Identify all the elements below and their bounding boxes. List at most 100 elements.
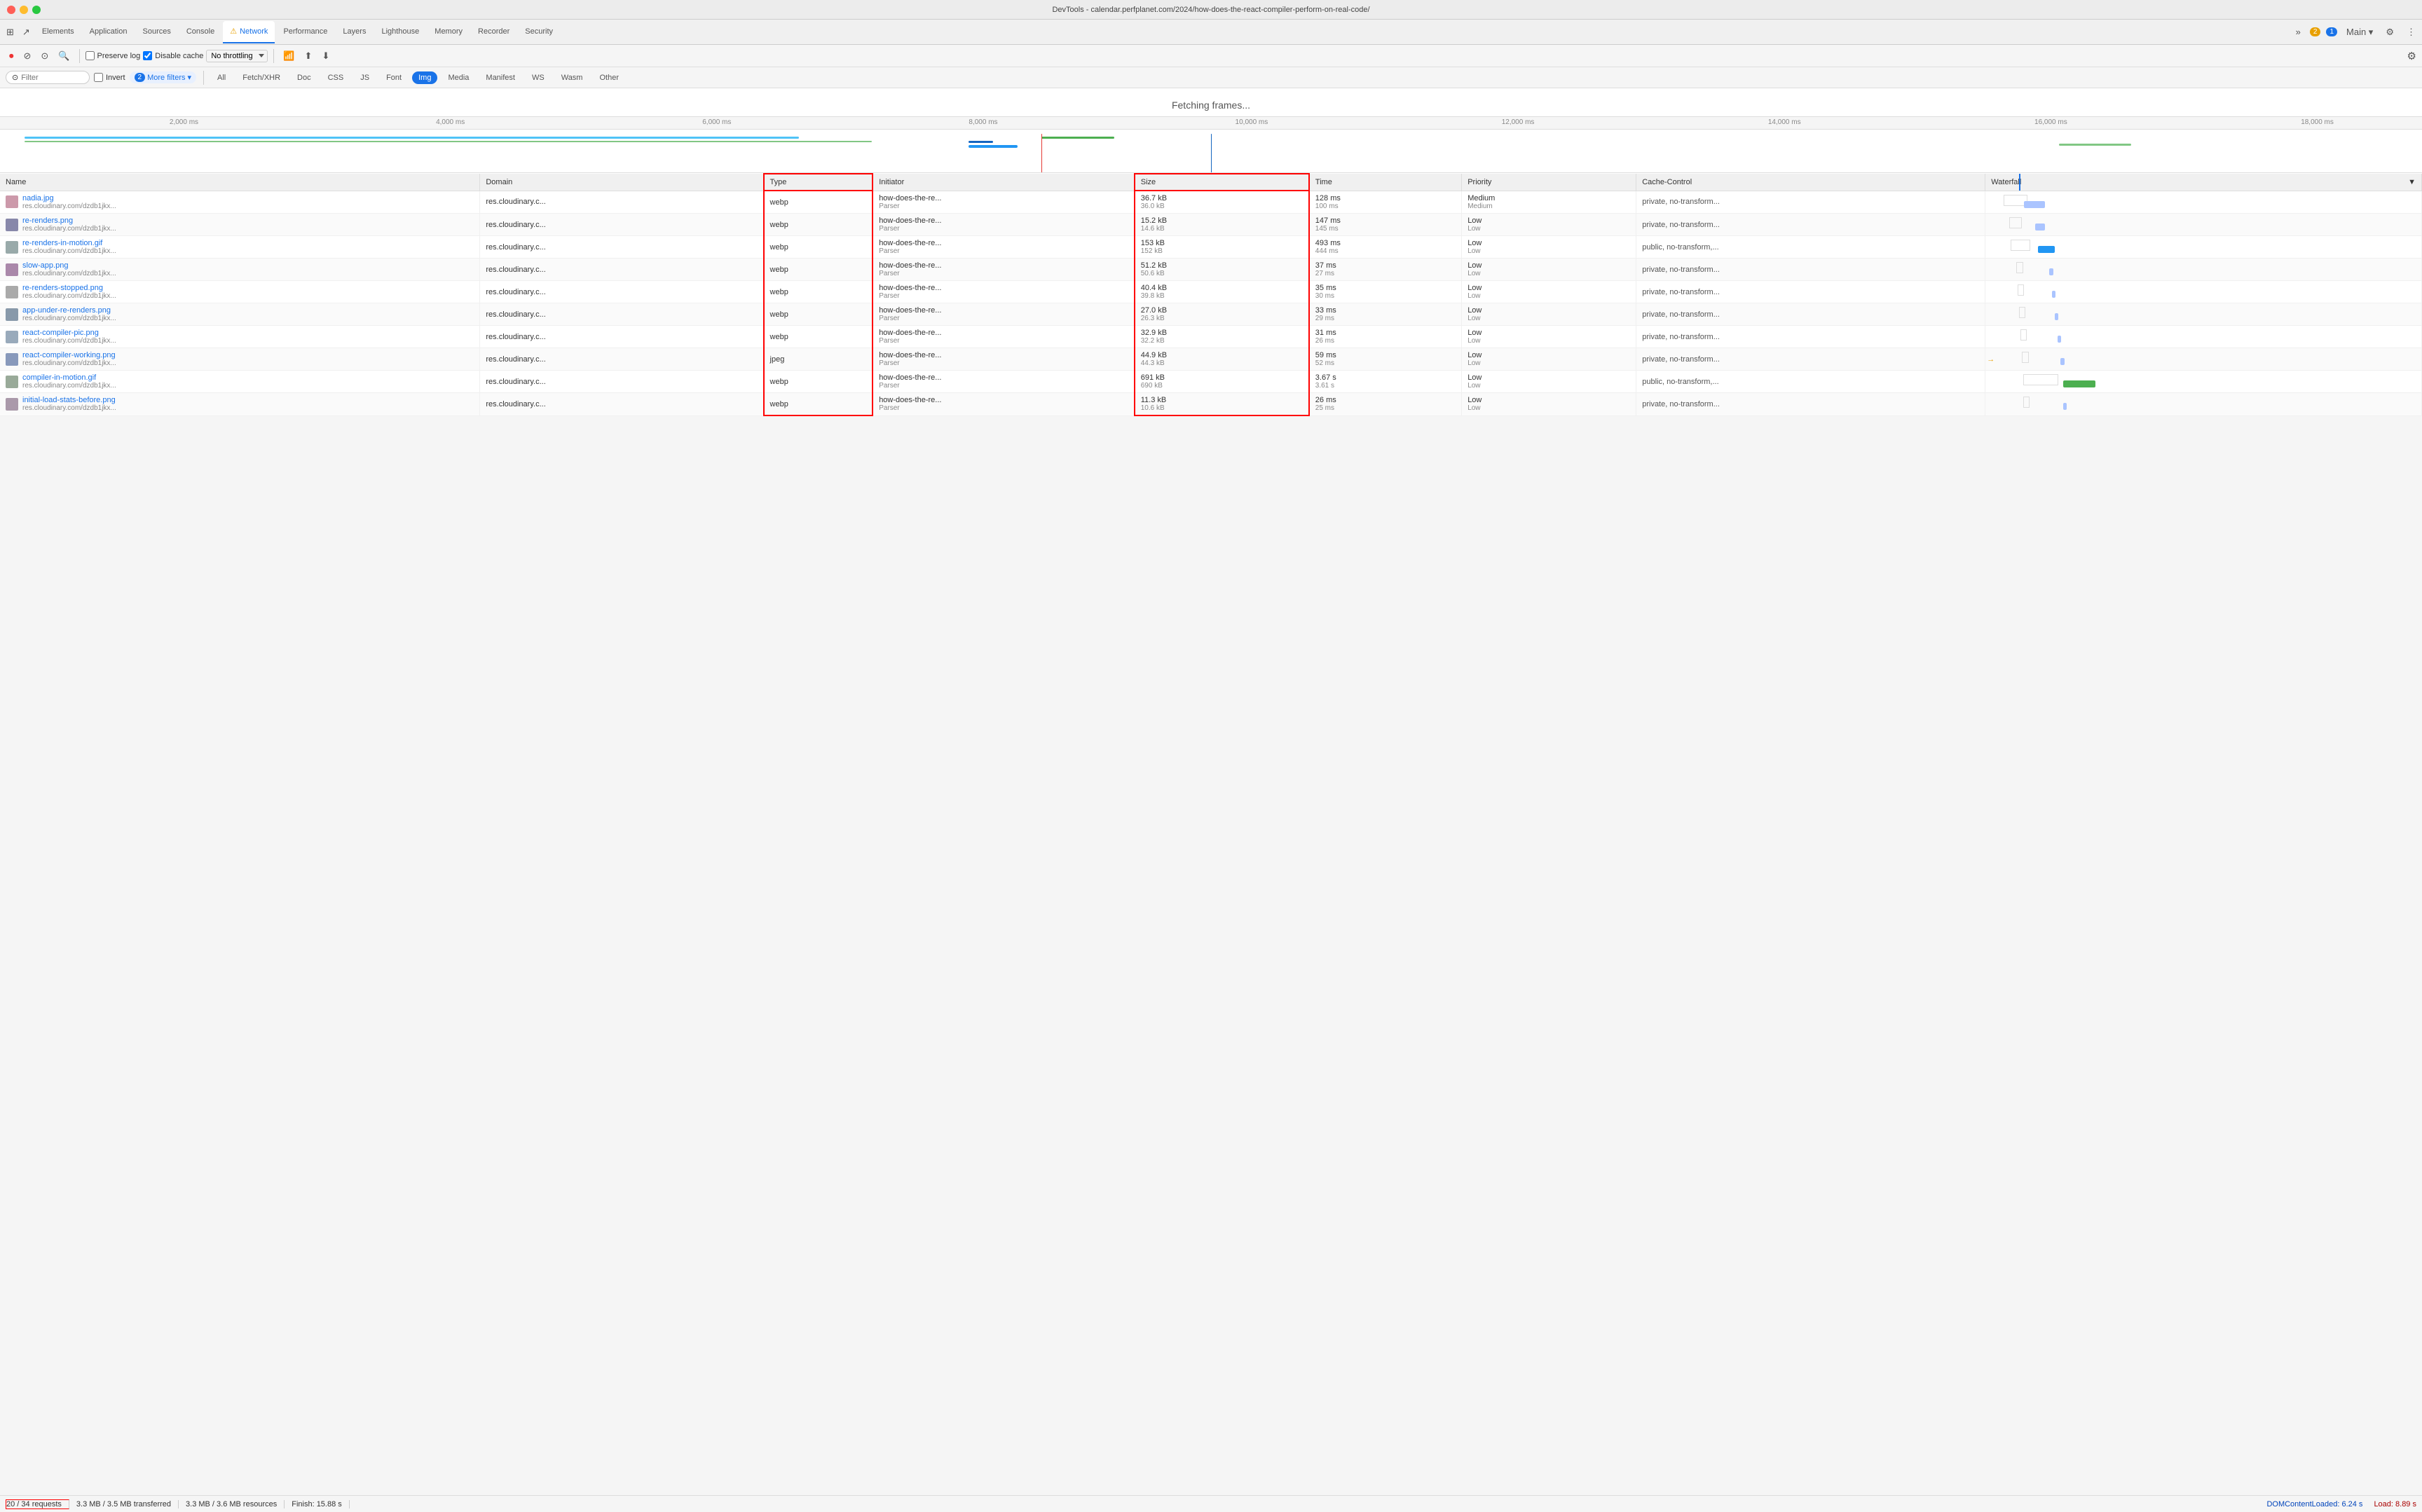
waterfall-bar	[2035, 224, 2045, 231]
tab-console[interactable]: Console	[179, 21, 221, 43]
record-button[interactable]: ⏺	[6, 48, 18, 64]
tab-network[interactable]: ⚠ Network	[223, 21, 275, 43]
preserve-log-checkbox[interactable]: Preserve log	[85, 51, 141, 60]
close-button[interactable]	[7, 6, 15, 14]
type-filter-js[interactable]: JS	[354, 71, 376, 84]
table-row[interactable]: react-compiler-working.pngres.cloudinary…	[0, 348, 2422, 371]
network-settings-button[interactable]: ⚙	[2407, 50, 2416, 62]
more-tabs-button[interactable]: »	[2292, 25, 2304, 39]
table-row[interactable]: react-compiler-pic.pngres.cloudinary.com…	[0, 326, 2422, 348]
filter-icon: ⊙	[41, 50, 48, 62]
type-filter-font[interactable]: Font	[380, 71, 408, 84]
invert-checkbox[interactable]: Invert	[94, 73, 125, 82]
tab-memory[interactable]: Memory	[427, 21, 470, 43]
type-filter-fetch-xhr[interactable]: Fetch/XHR	[236, 71, 287, 84]
filter-input[interactable]	[21, 74, 63, 82]
cell-type: jpeg	[764, 348, 873, 371]
upload-button[interactable]: ⬆	[301, 48, 316, 64]
toggle-device-icon[interactable]: ⊞	[3, 25, 18, 40]
cell-initiator: how-does-the-re...Parser	[873, 303, 1135, 326]
download-button[interactable]: ⬇	[318, 48, 333, 64]
table-row[interactable]: slow-app.pngres.cloudinary.com/dzdb1jkx.…	[0, 259, 2422, 281]
tab-lighthouse[interactable]: Lighthouse	[374, 21, 426, 43]
filter-toggle-button[interactable]: ⊙	[37, 48, 52, 64]
type-filter-ws[interactable]: WS	[526, 71, 551, 84]
minimize-button[interactable]	[20, 6, 28, 14]
col-header-name[interactable]: Name	[0, 174, 480, 191]
col-header-priority[interactable]: Priority	[1462, 174, 1636, 191]
type-filter-media[interactable]: Media	[442, 71, 475, 84]
col-header-time[interactable]: Time	[1309, 174, 1462, 191]
type-filter-css[interactable]: CSS	[322, 71, 350, 84]
type-filter-all[interactable]: All	[211, 71, 232, 84]
cell-waterfall: →	[1985, 348, 2422, 371]
maximize-button[interactable]	[32, 6, 41, 14]
tab-security[interactable]: Security	[518, 21, 560, 43]
invert-input[interactable]	[94, 73, 103, 82]
col-header-cache[interactable]: Cache-Control	[1636, 174, 1985, 191]
cell-priority: LowLow	[1462, 371, 1636, 393]
sort-desc-icon: ▼	[2408, 178, 2416, 186]
cell-priority: LowLow	[1462, 236, 1636, 259]
table-row[interactable]: initial-load-stats-before.pngres.cloudin…	[0, 393, 2422, 416]
timeline-bar-red-line	[1041, 134, 1042, 173]
waterfall-cursor-line	[2019, 174, 2020, 191]
cell-size: 153 kB152 kB	[1135, 236, 1309, 259]
table-row[interactable]: re-renders.pngres.cloudinary.com/dzdb1jk…	[0, 214, 2422, 236]
disable-cache-checkbox[interactable]: Disable cache	[143, 51, 203, 60]
search-button[interactable]: 🔍	[55, 48, 73, 64]
cell-type: webp	[764, 214, 873, 236]
tab-layers[interactable]: Layers	[336, 21, 373, 43]
status-bar: 20 / 34 requests 3.3 MB / 3.5 MB transfe…	[0, 1495, 2422, 1512]
cell-time: 3.67 s3.61 s	[1309, 371, 1462, 393]
disable-cache-input[interactable]	[143, 51, 152, 60]
timeline-bar-blue-line	[1211, 134, 1212, 173]
cell-name: re-renders-in-motion.gifres.cloudinary.c…	[0, 236, 480, 259]
stop-button[interactable]: ⊘	[20, 48, 35, 64]
arrow-indicator: →	[1987, 355, 1995, 364]
cell-type: webp	[764, 371, 873, 393]
col-header-waterfall[interactable]: Waterfall ▼	[1985, 174, 2422, 191]
cell-domain: res.cloudinary.c...	[480, 326, 764, 348]
waterfall-bar	[2049, 268, 2053, 275]
table-row[interactable]: nadia.jpgres.cloudinary.com/dzdb1jkx...r…	[0, 191, 2422, 214]
type-filter-wasm[interactable]: Wasm	[555, 71, 589, 84]
cell-time: 35 ms30 ms	[1309, 281, 1462, 303]
tab-performance[interactable]: Performance	[276, 21, 334, 43]
throttle-select[interactable]: No throttling	[206, 50, 268, 62]
type-filter-manifest[interactable]: Manifest	[479, 71, 521, 84]
type-filter-img[interactable]: Img	[412, 71, 437, 84]
col-header-domain[interactable]: Domain	[480, 174, 764, 191]
inspect-icon[interactable]: ↗	[19, 25, 34, 40]
more-filters-button[interactable]: 2 More filters ▾	[130, 71, 197, 83]
ruler-mark-12000: 12,000 ms	[1502, 118, 1535, 126]
preserve-log-input[interactable]	[85, 51, 95, 60]
table-row[interactable]: compiler-in-motion.gifres.cloudinary.com…	[0, 371, 2422, 393]
cell-domain: res.cloudinary.c...	[480, 371, 764, 393]
type-filter-doc[interactable]: Doc	[291, 71, 317, 84]
tab-recorder[interactable]: Recorder	[471, 21, 516, 43]
ruler-mark-2000: 2,000 ms	[170, 118, 198, 126]
timeline-bar-3	[678, 137, 800, 139]
main-target-button[interactable]: Main ▾	[2343, 25, 2376, 40]
devtools-more-button[interactable]: ⋮	[2403, 25, 2419, 40]
table-row[interactable]: app-under-re-renders.pngres.cloudinary.c…	[0, 303, 2422, 326]
table-row[interactable]: re-renders-stopped.pngres.cloudinary.com…	[0, 281, 2422, 303]
cell-cache: public, no-transform,...	[1636, 371, 1985, 393]
tab-elements[interactable]: Elements	[35, 21, 81, 43]
col-header-size[interactable]: Size	[1135, 174, 1309, 191]
resources-size: 3.3 MB / 3.6 MB resources	[179, 1500, 285, 1508]
cell-domain: res.cloudinary.c...	[480, 236, 764, 259]
tab-application[interactable]: Application	[83, 21, 135, 43]
table-row[interactable]: re-renders-in-motion.gifres.cloudinary.c…	[0, 236, 2422, 259]
type-filter-other[interactable]: Other	[593, 71, 625, 84]
col-header-type[interactable]: Type	[764, 174, 873, 191]
wifi-icon-button[interactable]: 📶	[280, 48, 298, 64]
cell-cache: private, no-transform...	[1636, 214, 1985, 236]
col-header-initiator[interactable]: Initiator	[873, 174, 1135, 191]
cell-initiator: how-does-the-re...Parser	[873, 281, 1135, 303]
devtools-settings-button[interactable]: ⚙	[2382, 25, 2397, 40]
cell-cache: private, no-transform...	[1636, 303, 1985, 326]
waterfall-bar	[2060, 358, 2065, 365]
tab-sources[interactable]: Sources	[136, 21, 178, 43]
